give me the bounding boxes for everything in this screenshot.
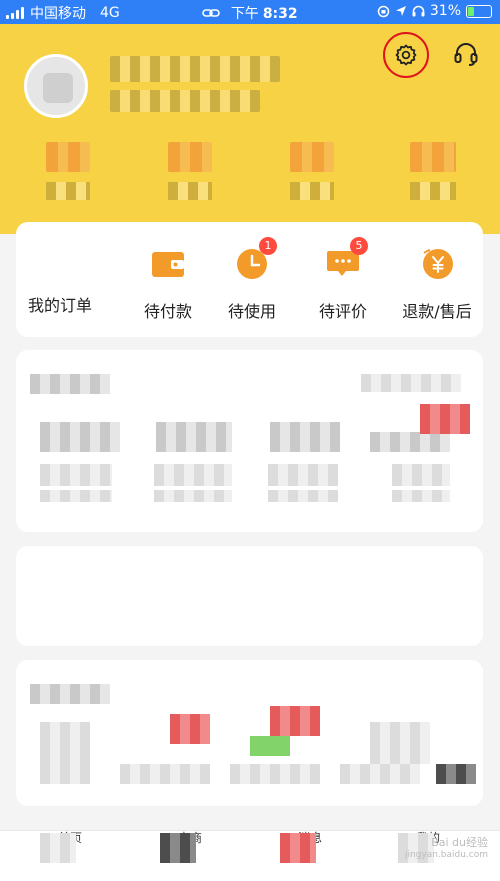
status-right: 31%	[377, 3, 492, 19]
blurred-image	[250, 736, 290, 756]
blurred-item-label	[230, 764, 320, 784]
unread-badge: 5	[350, 237, 368, 255]
blurred-title	[30, 684, 110, 704]
message-icon	[280, 833, 316, 863]
blurred-item-sub	[268, 490, 338, 502]
blurred-item-label	[154, 464, 232, 486]
yuan-refund-icon	[423, 249, 453, 279]
battery-icon	[466, 4, 492, 18]
blurred-item-sub	[40, 490, 112, 502]
order-item-pending-payment[interactable]: 待付款	[128, 246, 208, 322]
blurred-item-label	[120, 764, 210, 784]
user-info-blurred	[110, 90, 260, 112]
battery-percent: 31%	[429, 3, 461, 19]
headphones-icon	[412, 5, 425, 17]
blurred-image	[40, 722, 90, 764]
blurred-promo-tag	[270, 706, 320, 736]
blurred-item-label	[40, 764, 90, 784]
settings-button[interactable]	[383, 32, 429, 78]
order-item-to-use[interactable]: 1 待使用	[212, 237, 292, 322]
watermark-line1: Bai du经验	[431, 836, 488, 849]
tab-home[interactable]: 首页	[40, 831, 100, 881]
username-blurred	[110, 56, 280, 82]
order-item-refund[interactable]: 退款/售后	[396, 246, 478, 322]
clock-time: 8:32	[262, 6, 298, 22]
blurred-item-label	[340, 764, 420, 784]
blurred-link[interactable]	[361, 374, 461, 392]
blurred-item-icon[interactable]	[270, 422, 340, 452]
blurred-item-label	[40, 464, 112, 486]
stat-blurred[interactable]	[410, 142, 456, 200]
tab-messages[interactable]: 消息	[280, 831, 340, 881]
time-prefix: 下午	[230, 6, 259, 22]
blurred-item-icon[interactable]	[370, 432, 450, 452]
headset-icon	[454, 43, 478, 66]
order-item-label: 待使用	[227, 302, 276, 321]
services-card-blurred	[16, 350, 483, 532]
blurred-promo-tag	[170, 714, 210, 744]
profile-header	[0, 24, 500, 234]
blurred-item-icon[interactable]	[40, 422, 120, 452]
blurred-item-sub	[392, 490, 450, 502]
blurred-title	[30, 374, 110, 394]
blurred-item-sub	[154, 490, 232, 502]
rotation-lock-icon	[377, 5, 390, 17]
banner-card-blank	[16, 546, 483, 646]
recommend-card-blurred	[16, 660, 483, 806]
order-item-to-review[interactable]: 5 待评价	[303, 237, 383, 322]
wallet-icon	[152, 252, 184, 277]
avatar[interactable]	[24, 54, 88, 118]
orders-card: 我的订单 待付款 1 待使用 5 待评价 退款/售后	[16, 222, 483, 337]
watermark-line2: jingyan.baidu.com	[404, 850, 488, 860]
my-orders-link[interactable]: 我的订单	[28, 292, 92, 316]
blurred-image	[370, 722, 430, 764]
location-icon	[395, 6, 406, 16]
status-bar: 中国移动 4G 下午 8:32 31%	[0, 0, 500, 24]
blurred-item-label	[268, 464, 338, 486]
stat-blurred[interactable]	[290, 142, 334, 200]
order-item-label: 退款/售后	[402, 302, 472, 321]
unread-badge: 1	[259, 237, 277, 255]
blurred-item-label	[392, 464, 450, 486]
shop-icon	[160, 833, 196, 863]
tab-ecommerce[interactable]: 电商	[160, 831, 220, 881]
gear-icon	[395, 44, 417, 66]
watermark: Bai du经验 jingyan.baidu.com	[388, 834, 488, 880]
order-item-label: 待付款	[143, 302, 192, 321]
home-icon	[40, 833, 76, 863]
blurred-promo-tag	[420, 404, 470, 434]
customer-service-button[interactable]	[452, 41, 480, 69]
stat-blurred[interactable]	[168, 142, 212, 200]
blurred-item-label	[436, 764, 476, 784]
blurred-item-icon[interactable]	[156, 422, 232, 452]
link-icon	[202, 9, 221, 17]
stat-blurred[interactable]	[46, 142, 90, 200]
order-item-label: 待评价	[318, 302, 367, 321]
